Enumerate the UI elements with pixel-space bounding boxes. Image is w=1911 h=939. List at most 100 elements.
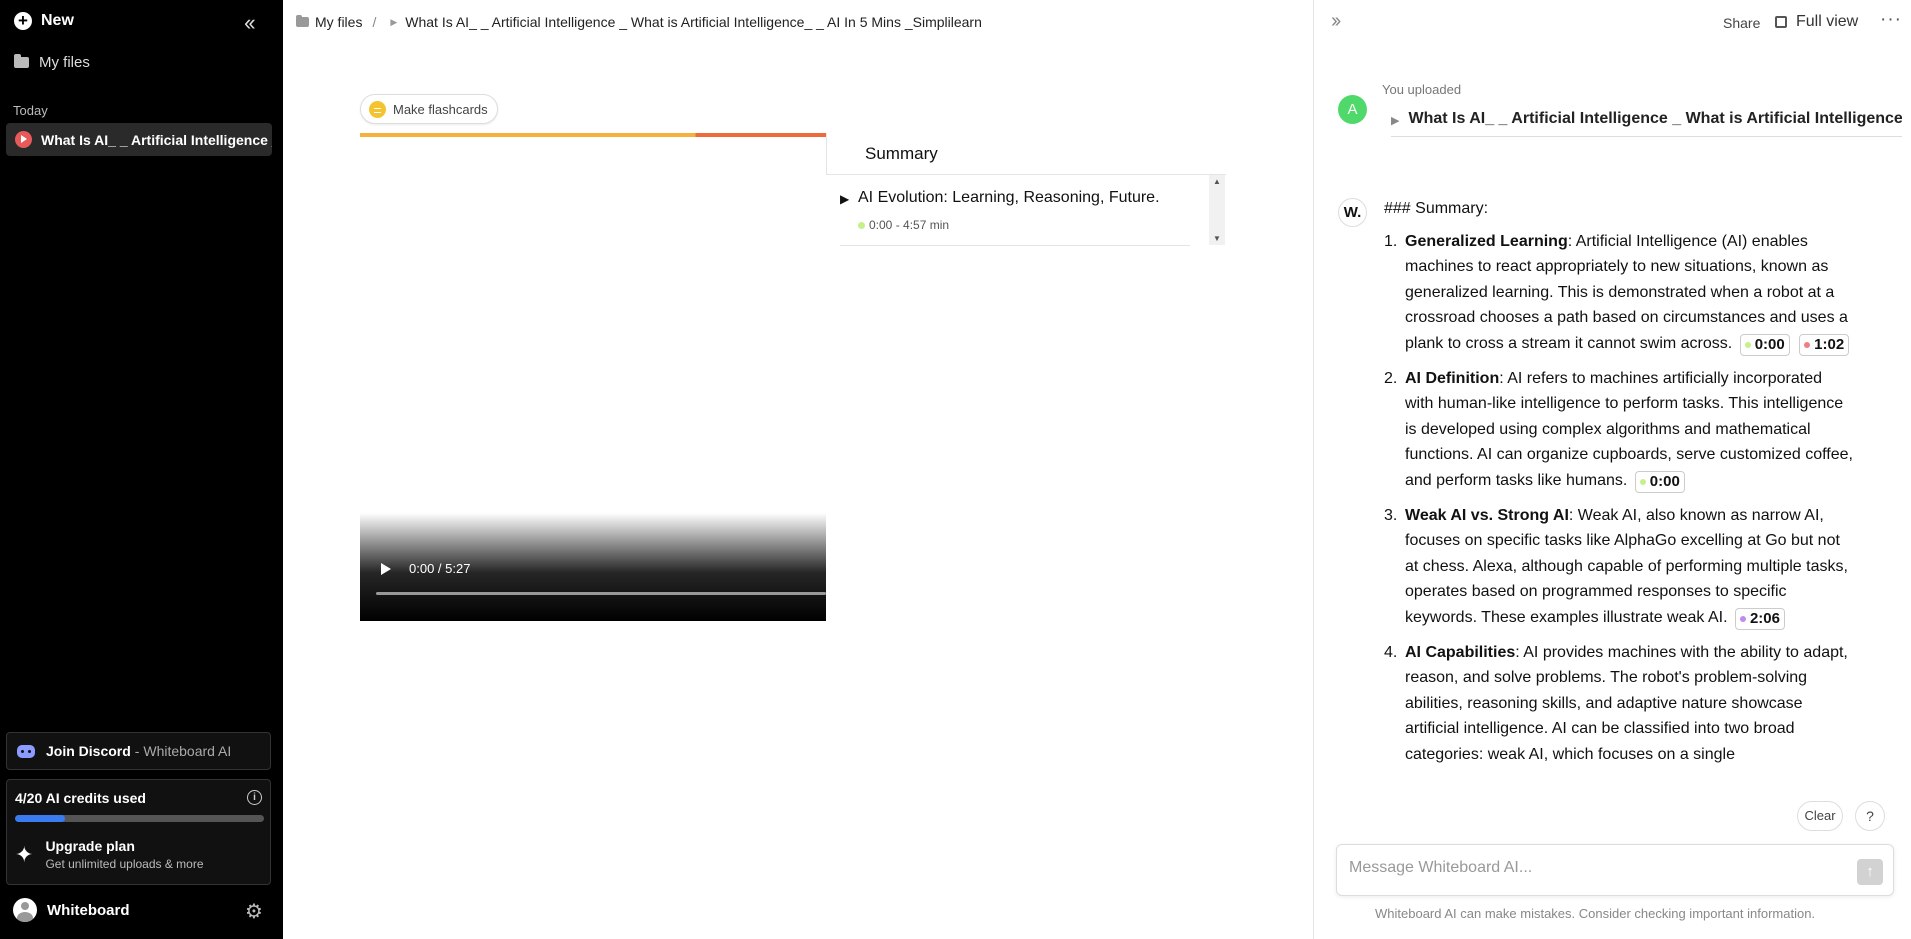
help-button[interactable]: ?	[1855, 801, 1885, 831]
summary-item-time: 0:00 - 4:57 min	[858, 218, 949, 232]
list-item-title: Weak AI vs. Strong AI	[1405, 506, 1569, 524]
timestamp-dot	[1744, 341, 1751, 348]
list-item: 4. AI Capabilities: AI provides machines …	[1384, 640, 1854, 768]
uploaded-label: You uploaded	[1382, 82, 1462, 97]
gear-icon[interactable]: ⚙	[245, 899, 263, 924]
play-icon: ▶	[1391, 115, 1400, 127]
breadcrumb-root[interactable]: My files	[315, 14, 362, 30]
scroll-down-icon[interactable]: ▼	[1213, 234, 1221, 243]
send-arrow-icon[interactable]: ↑	[1857, 859, 1883, 885]
credits-progress-fill	[15, 815, 65, 822]
fullscreen-icon	[1775, 16, 1787, 28]
section-today-label: Today	[13, 103, 48, 118]
sidebar-item-my-files[interactable]: My files	[14, 54, 90, 71]
list-item-number: 3.	[1384, 506, 1398, 524]
scroll-up-icon[interactable]: ▲	[1213, 177, 1221, 186]
summary-item-time-text: 0:00 - 4:57 min	[869, 218, 950, 232]
folder-icon	[296, 15, 309, 27]
chat-panel: ›› Share Full view ··· A You uploaded ▶ …	[1313, 0, 1911, 939]
new-button[interactable]: + New	[14, 12, 74, 30]
list-item-title: AI Capabilities	[1405, 643, 1516, 661]
timestamp-chip[interactable]: 1:02	[1799, 333, 1850, 356]
sidebar: + New ‹‹ My files Today What Is AI_ _ Ar…	[0, 0, 283, 939]
full-view-button[interactable]: Full view	[1775, 13, 1858, 31]
disclaimer: Whiteboard AI can make mistakes. Conside…	[1375, 906, 1816, 921]
message-input[interactable]	[1349, 859, 1829, 877]
timestamp-chip[interactable]: 0:00	[1739, 333, 1790, 356]
answer-list: 1. Generalized Learning: Artificial Intel…	[1384, 229, 1854, 768]
new-label: New	[41, 12, 74, 29]
list-item: 1. Generalized Learning: Artificial Intel…	[1384, 229, 1854, 357]
discord-label: Join Discord	[46, 743, 131, 759]
timestamp-dot	[1804, 341, 1811, 348]
avatar	[13, 898, 37, 922]
folder-icon	[14, 54, 29, 68]
list-item-number: 4.	[1384, 643, 1398, 661]
list-item: 3. Weak AI vs. Strong AI: Weak AI, also k…	[1384, 503, 1854, 631]
list-item-body: Generalized Learning: Artificial Intelli…	[1405, 229, 1854, 357]
list-item-text: : AI provides machines with the ability …	[1405, 643, 1848, 763]
timestamp-chip[interactable]: 2:06	[1734, 607, 1785, 630]
upgrade-title: Upgrade plan	[45, 838, 135, 854]
flashcards-icon	[369, 100, 386, 118]
summary-scrollbar[interactable]: ▲ ▼	[1209, 175, 1225, 245]
sidebar-item-video[interactable]: What Is AI_ _ Artificial Intelligence _ …	[6, 123, 272, 156]
list-item-number: 1.	[1384, 232, 1398, 250]
user-profile[interactable]: Whiteboard	[13, 898, 130, 922]
timestamp-dot	[858, 221, 865, 229]
sparkle-icon: ✦	[15, 841, 34, 867]
user-name: Whiteboard	[47, 901, 130, 919]
list-item-title: Generalized Learning	[1405, 232, 1568, 250]
video-progress-track[interactable]	[376, 592, 826, 595]
video-controls: 0:00 / 5:27	[360, 513, 826, 621]
play-circle-icon	[15, 131, 32, 148]
make-flashcards-button[interactable]: Make flashcards	[360, 94, 498, 124]
upgrade-plan-button[interactable]: ✦ Upgrade plan Get unlimited uploads & m…	[15, 838, 204, 871]
breadcrumb: My files / ▶ What Is AI_ _ Artificial In…	[296, 14, 982, 30]
uploaded-file[interactable]: ▶ What Is AI_ _ Artificial Intelligence …	[1391, 110, 1902, 137]
tab-summary[interactable]: Summary	[826, 133, 1226, 175]
timestamp-chip[interactable]: 0:00	[1634, 470, 1685, 493]
collapse-sidebar-icon[interactable]: ‹‹	[244, 10, 256, 36]
discord-suffix: - Whiteboard AI	[134, 743, 232, 759]
video-play-icon[interactable]	[381, 563, 391, 575]
share-button[interactable]: Share	[1723, 15, 1760, 31]
flashcards-label: Make flashcards	[393, 101, 488, 117]
more-options-icon[interactable]: ···	[1880, 9, 1902, 31]
list-item-body: Weak AI vs. Strong AI: Weak AI, also kno…	[1405, 503, 1854, 631]
timestamp-dot	[1739, 615, 1746, 622]
breadcrumb-separator: /	[372, 14, 377, 30]
timestamp-text: 1:02	[1814, 335, 1845, 353]
clear-button[interactable]: Clear	[1797, 801, 1843, 831]
list-item-number: 2.	[1384, 369, 1398, 387]
sidebar-item-label: My files	[39, 54, 90, 71]
sidebar-item-label: What Is AI_ _ Artificial Intelligence _ …	[41, 131, 272, 148]
expand-panel-icon[interactable]: ››	[1331, 10, 1341, 33]
list-item-text: : AI refers to machines artificially inc…	[1405, 369, 1853, 489]
timestamp-text: 0:00	[1649, 472, 1680, 490]
credits-panel: 4/20 AI credits used i ✦ Upgrade plan Ge…	[6, 779, 271, 885]
expand-triangle-icon[interactable]: ▶	[840, 192, 849, 206]
list-item-body: AI Capabilities: AI provides machines wi…	[1405, 640, 1854, 768]
timestamp-dot	[1639, 478, 1646, 485]
video-player[interactable]: 0:00 / 5:27	[360, 133, 826, 621]
summary-item-text: AI Evolution: Learning, Reasoning, Futur…	[858, 189, 1160, 206]
plus-icon: +	[14, 12, 32, 30]
timestamp-text: 0:00	[1754, 335, 1785, 353]
timestamp-text: 2:06	[1749, 609, 1780, 627]
video-accent-bar	[360, 133, 826, 137]
credits-label: 4/20 AI credits used	[15, 790, 146, 806]
list-item-body: AI Definition: AI refers to machines art…	[1405, 366, 1854, 494]
summary-item[interactable]: ▶ AI Evolution: Learning, Reasoning, Fut…	[840, 185, 1190, 246]
assistant-message: ### Summary: 1. Generalized Learning: Art…	[1384, 196, 1854, 846]
bot-avatar: W.	[1338, 198, 1367, 227]
full-view-label: Full view	[1796, 13, 1859, 30]
list-item-title: AI Definition	[1405, 369, 1500, 387]
uploaded-file-name: What Is AI_ _ Artificial Intelligence _ …	[1408, 110, 1902, 127]
list-item: 2. AI Definition: AI refers to machines a…	[1384, 366, 1854, 494]
breadcrumb-current: What Is AI_ _ Artificial Intelligence _ …	[405, 14, 982, 30]
credits-progress-bar	[15, 815, 264, 822]
summary-panel: Summary ▶ AI Evolution: Learning, Reason…	[826, 133, 1226, 252]
info-icon[interactable]: i	[247, 790, 262, 805]
join-discord-button[interactable]: Join Discord - Whiteboard AI	[6, 732, 271, 770]
